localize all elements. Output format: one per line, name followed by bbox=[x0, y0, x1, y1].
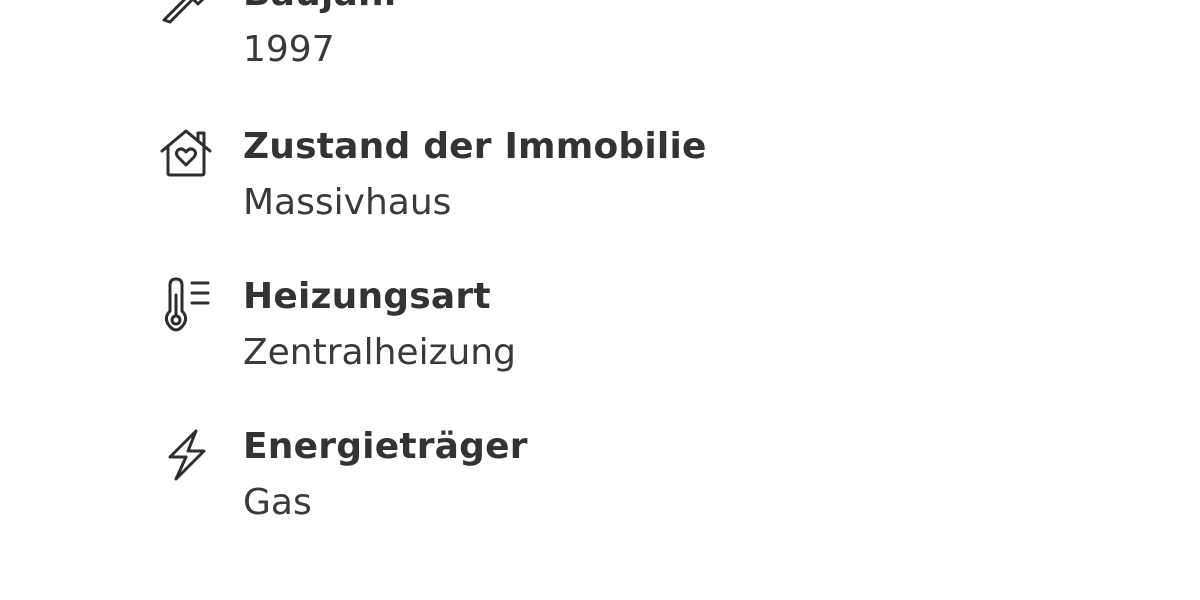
attribute-label: Baujahr bbox=[243, 0, 402, 16]
attribute-value: 1997 bbox=[243, 29, 335, 70]
hammer-icon bbox=[158, 0, 214, 28]
attribute-value: Gas bbox=[243, 482, 312, 523]
attribute-value: Zentralheizung bbox=[243, 332, 516, 373]
lightning-bolt-icon bbox=[158, 427, 214, 483]
house-heart-icon bbox=[158, 127, 214, 183]
attribute-label: Energieträger bbox=[243, 426, 528, 467]
attribute-row-zustand: Zustand der Immobilie Massivhaus bbox=[0, 125, 1200, 235]
attribute-row-energietraeger: Energieträger Gas bbox=[0, 425, 1200, 535]
attribute-row-heizungsart: Heizungsart Zentralheizung bbox=[0, 275, 1200, 385]
attribute-value: Massivhaus bbox=[243, 182, 452, 223]
attribute-label: Zustand der Immobilie bbox=[243, 126, 707, 167]
thermometer-icon bbox=[158, 277, 214, 333]
attribute-label: Heizungsart bbox=[243, 276, 491, 317]
attribute-row-baujahr: Baujahr 1997 bbox=[0, 0, 1200, 82]
